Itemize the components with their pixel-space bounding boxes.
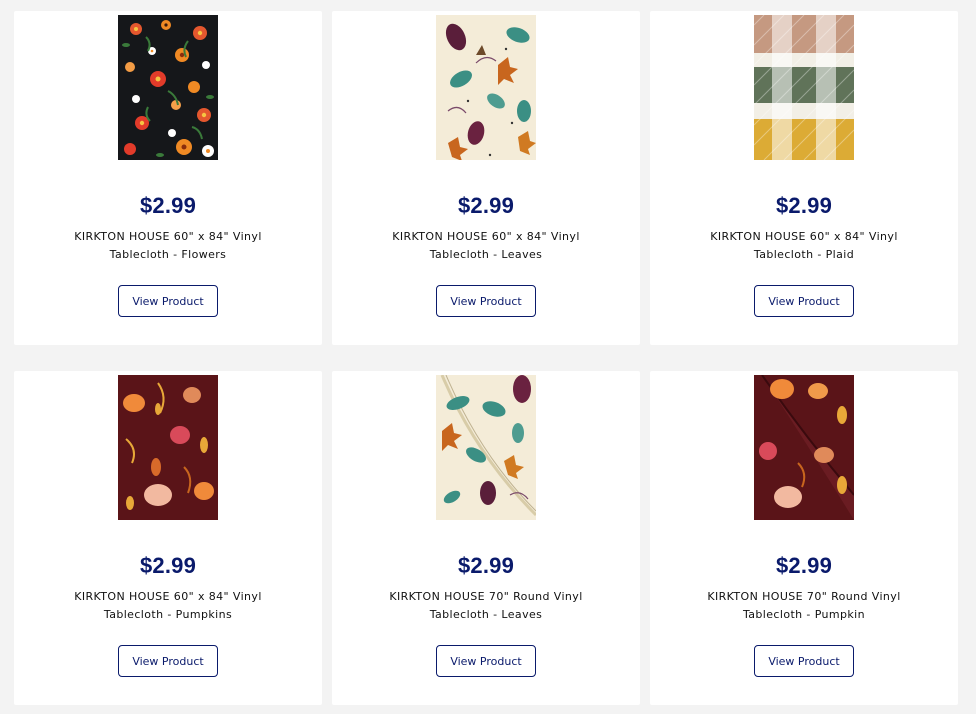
- product-title[interactable]: KIRKTON HOUSE 70" Round Vinyl Tablecloth…: [362, 588, 610, 624]
- product-image-pumpkins[interactable]: [118, 375, 218, 520]
- product-image-leaves[interactable]: [436, 15, 536, 160]
- product-card: $2.99 KIRKTON HOUSE 60" x 84" Vinyl Tabl…: [14, 11, 322, 345]
- product-price: $2.99: [457, 193, 515, 218]
- product-price: $2.99: [139, 553, 197, 578]
- product-image-plaid[interactable]: [754, 15, 854, 160]
- product-card: $2.99 KIRKTON HOUSE 60" x 84" Vinyl Tabl…: [14, 371, 322, 705]
- view-product-button[interactable]: View Product: [436, 645, 536, 677]
- product-card: $2.99 KIRKTON HOUSE 70" Round Vinyl Tabl…: [650, 371, 958, 705]
- product-card: $2.99 KIRKTON HOUSE 60" x 84" Vinyl Tabl…: [650, 11, 958, 345]
- view-product-button[interactable]: View Product: [118, 285, 218, 317]
- product-card: $2.99 KIRKTON HOUSE 60" x 84" Vinyl Tabl…: [332, 11, 640, 345]
- product-card: $2.99 KIRKTON HOUSE 70" Round Vinyl Tabl…: [332, 371, 640, 705]
- product-title[interactable]: KIRKTON HOUSE 70" Round Vinyl Tablecloth…: [680, 588, 928, 624]
- product-title[interactable]: KIRKTON HOUSE 60" x 84" Vinyl Tablecloth…: [44, 588, 292, 624]
- view-product-button[interactable]: View Product: [118, 645, 218, 677]
- product-title[interactable]: KIRKTON HOUSE 60" x 84" Vinyl Tablecloth…: [44, 228, 292, 264]
- product-image-round-leaves[interactable]: [436, 375, 536, 520]
- product-price: $2.99: [457, 553, 515, 578]
- product-price: $2.99: [775, 193, 833, 218]
- view-product-button[interactable]: View Product: [436, 285, 536, 317]
- product-image-round-pumpkin[interactable]: [754, 375, 854, 520]
- product-price: $2.99: [775, 553, 833, 578]
- product-title[interactable]: KIRKTON HOUSE 60" x 84" Vinyl Tablecloth…: [680, 228, 928, 264]
- view-product-button[interactable]: View Product: [754, 285, 854, 317]
- view-product-button[interactable]: View Product: [754, 645, 854, 677]
- product-title[interactable]: KIRKTON HOUSE 60" x 84" Vinyl Tablecloth…: [362, 228, 610, 264]
- product-price: $2.99: [139, 193, 197, 218]
- product-image-flowers[interactable]: [118, 15, 218, 160]
